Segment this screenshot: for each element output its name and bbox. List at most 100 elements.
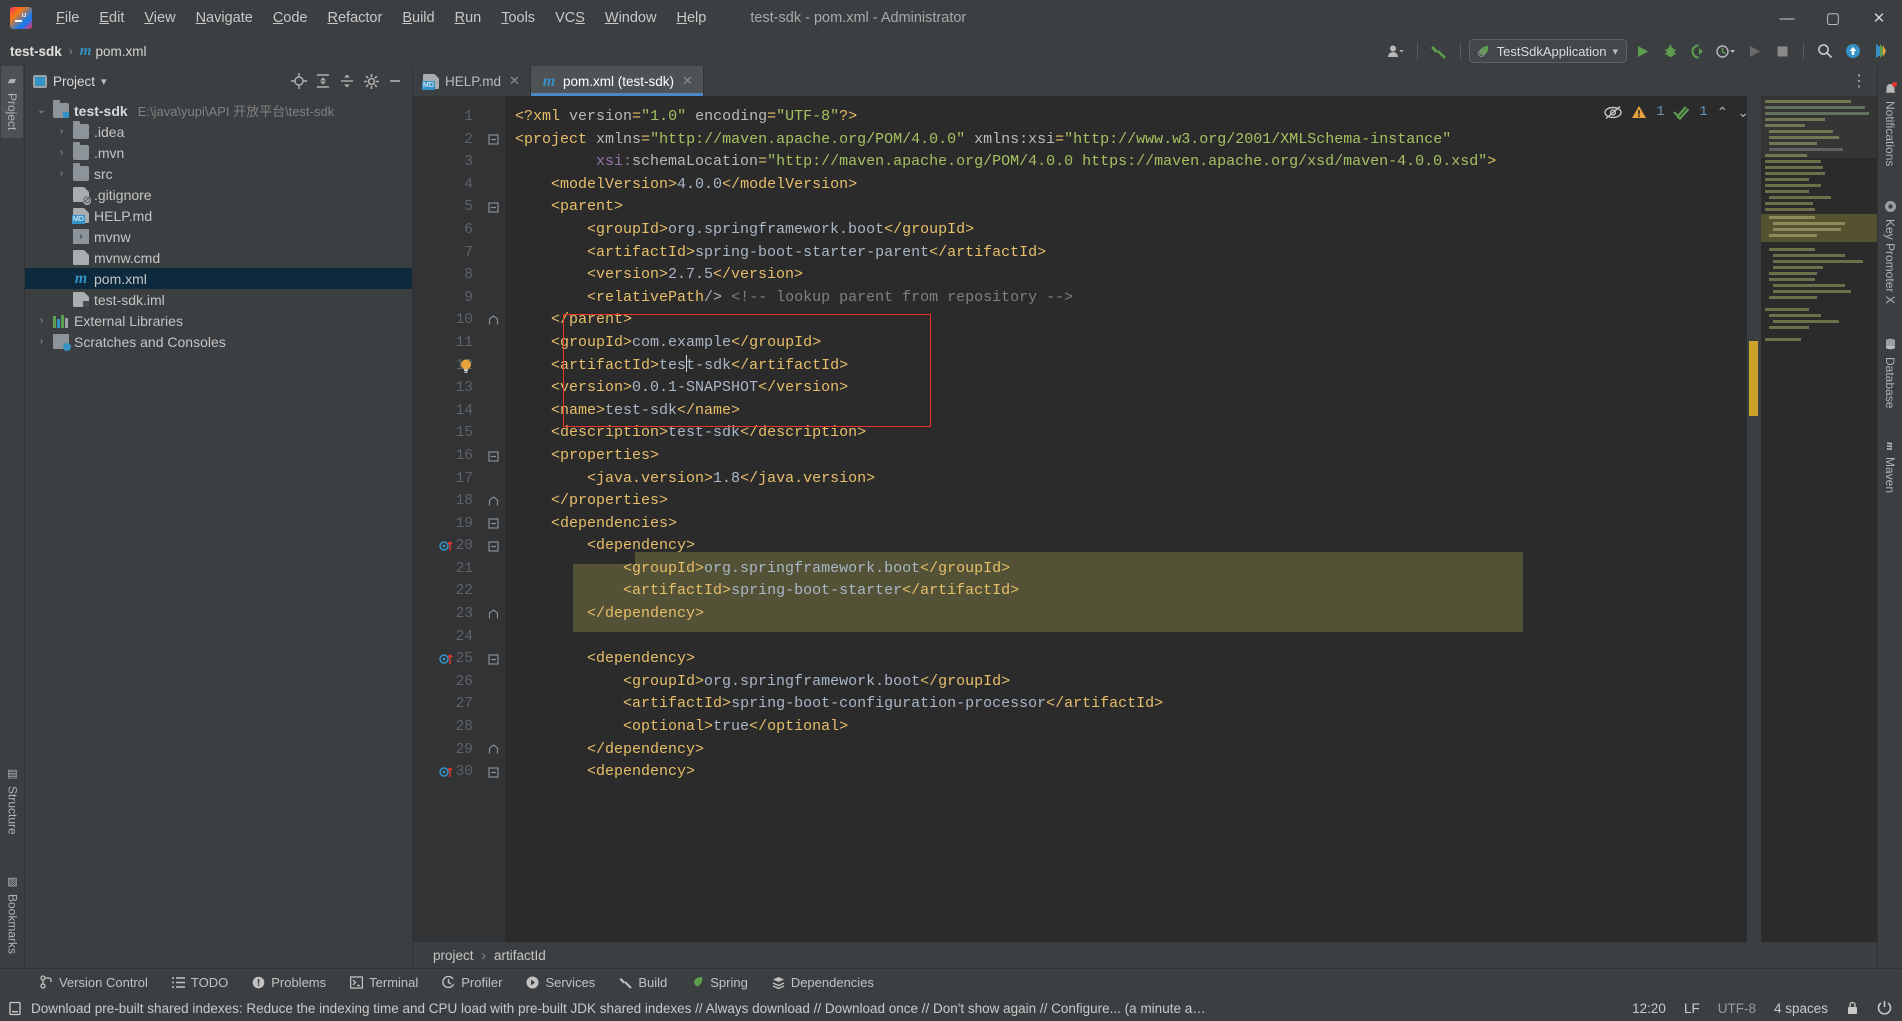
minimize-button[interactable]: — (1764, 0, 1810, 36)
chevron-right-icon[interactable]: › (55, 147, 68, 158)
menu-item-run[interactable]: Run (445, 6, 492, 30)
code-line[interactable]: <groupId>org.springframework.boot</group… (505, 558, 1747, 581)
breadcrumb-element-artifactid[interactable]: artifactId (494, 948, 546, 963)
chevron-right-icon[interactable]: › (35, 315, 48, 326)
code-line[interactable]: <java.version>1.8</java.version> (505, 468, 1747, 491)
code-line[interactable]: </dependency> (505, 739, 1747, 762)
menu-item-help[interactable]: Help (666, 6, 716, 30)
code-line[interactable]: <version>2.7.5</version> (505, 264, 1747, 287)
code-folding-column[interactable] (481, 96, 505, 942)
status-indent[interactable]: 4 spaces (1774, 1001, 1828, 1016)
code-line[interactable]: xsi:schemaLocation="http://maven.apache.… (505, 151, 1747, 174)
fold-marker[interactable] (481, 603, 505, 626)
tree-node-mvnw-cmd[interactable]: mvnw.cmd (25, 247, 412, 268)
code-editor[interactable]: <?xml version="1.0" encoding="UTF-8"?><p… (505, 96, 1747, 942)
menu-item-edit[interactable]: Edit (89, 6, 134, 30)
bottom-tool-services[interactable]: Services (514, 969, 607, 996)
status-message[interactable]: Download pre-built shared indexes: Reduc… (31, 1001, 1211, 1016)
fold-marker[interactable] (481, 490, 505, 513)
code-line[interactable]: <artifactId>spring-boot-starter-parent</… (505, 242, 1747, 265)
bottom-tool-terminal[interactable]: Terminal (338, 969, 430, 996)
hide-panel-icon[interactable] (384, 70, 406, 92)
editor-tabs-more-icon[interactable]: ⋮ (1841, 66, 1877, 96)
menu-item-refactor[interactable]: Refactor (318, 6, 393, 30)
bottom-tool-todo[interactable]: TODO (160, 969, 240, 996)
menu-item-tools[interactable]: Tools (491, 6, 545, 30)
status-encoding[interactable]: UTF-8 (1718, 1001, 1756, 1016)
close-button[interactable]: ✕ (1856, 0, 1902, 36)
run-with-coverage-button[interactable] (1685, 39, 1711, 63)
build-hammer-icon[interactable] (1426, 39, 1452, 63)
fold-marker[interactable] (481, 761, 505, 784)
menu-item-view[interactable]: View (134, 6, 185, 30)
code-line[interactable]: <relativePath/> <!-- lookup parent from … (505, 287, 1747, 310)
code-line[interactable]: <optional>true</optional> (505, 716, 1747, 739)
run-configuration-selector[interactable]: TestSdkApplication ▾ (1469, 39, 1627, 63)
override-marker-icon[interactable] (439, 765, 454, 780)
fold-marker[interactable] (481, 648, 505, 671)
editor-tab-help-md[interactable]: HELP.md✕ (413, 66, 531, 96)
code-line[interactable]: <groupId>com.example</groupId> (505, 332, 1747, 355)
status-line-separator[interactable]: LF (1684, 1001, 1700, 1016)
next-problem-icon[interactable]: ⌄ (1737, 104, 1749, 121)
code-line[interactable]: <artifactId>test-sdk</artifactId> (505, 355, 1747, 378)
code-line[interactable]: <dependency> (505, 535, 1747, 558)
search-icon[interactable] (1812, 39, 1838, 63)
editor-gutter[interactable]: 1234567891011121314151617181920212223242… (413, 96, 481, 942)
project-view-dropdown-icon[interactable]: ▾ (101, 75, 107, 88)
editor-tab-pom-xml[interactable]: mpom.xml (test-sdk)✕ (531, 66, 704, 96)
code-line[interactable]: <version>0.0.1-SNAPSHOT</version> (505, 377, 1747, 400)
code-line[interactable]: <properties> (505, 445, 1747, 468)
fold-marker[interactable] (481, 739, 505, 762)
override-marker-icon[interactable] (439, 652, 454, 667)
chevron-right-icon[interactable]: › (55, 126, 68, 137)
intention-bulb-icon[interactable] (459, 358, 473, 374)
stop-button[interactable] (1769, 39, 1795, 63)
fold-marker[interactable] (481, 129, 505, 152)
tree-node--gitignore[interactable]: .gitignore (25, 184, 412, 205)
fold-marker[interactable] (481, 513, 505, 536)
menu-item-build[interactable]: Build (392, 6, 444, 30)
tree-node-test-sdk[interactable]: ⌄test-sdkE:\java\yupi\API 开放平台\test-sdk (25, 100, 412, 121)
code-line[interactable]: </properties> (505, 490, 1747, 513)
tree-node--mvn[interactable]: ›.mvn (25, 142, 412, 163)
rail-item-database[interactable]: Database (1879, 330, 1901, 416)
account-icon[interactable] (1383, 39, 1409, 63)
debug-button[interactable] (1657, 39, 1683, 63)
close-tab-icon[interactable]: ✕ (509, 73, 520, 89)
hide-inspections-icon[interactable] (1604, 105, 1622, 120)
collapse-all-icon[interactable] (336, 70, 358, 92)
menu-item-file[interactable]: File (46, 6, 89, 30)
fold-marker[interactable] (481, 445, 505, 468)
bottom-tool-spring[interactable]: Spring (679, 969, 760, 996)
menu-item-navigate[interactable]: Navigate (186, 6, 263, 30)
run-button[interactable] (1629, 39, 1655, 63)
menu-item-code[interactable]: Code (263, 6, 318, 30)
code-line[interactable]: <dependency> (505, 648, 1747, 671)
code-line[interactable]: </dependency> (505, 603, 1747, 626)
bottom-tool-problems[interactable]: Problems (240, 969, 338, 996)
tree-node-src[interactable]: ›src (25, 163, 412, 184)
code-line[interactable]: <project xmlns="http://maven.apache.org/… (505, 129, 1747, 152)
ide-features-icon[interactable] (1868, 39, 1894, 63)
close-tab-icon[interactable]: ✕ (682, 73, 693, 89)
code-line[interactable]: <modelVersion>4.0.0</modelVersion> (505, 174, 1747, 197)
project-tree[interactable]: ⌄test-sdkE:\java\yupi\API 开放平台\test-sdk ›… (25, 96, 412, 968)
prev-problem-icon[interactable]: ⌃ (1717, 104, 1729, 121)
menu-item-window[interactable]: Window (595, 6, 667, 30)
bottom-tool-profiler[interactable]: Profiler (430, 969, 514, 996)
breadcrumb-file[interactable]: pom.xml (95, 44, 146, 59)
chevron-right-icon[interactable]: › (55, 168, 68, 179)
locate-target-icon[interactable] (288, 70, 310, 92)
tree-node-mvnw[interactable]: ›mvnw (25, 226, 412, 247)
expand-all-icon[interactable] (312, 70, 334, 92)
sidebar-item-structure[interactable]: ▤ Structure (2, 759, 24, 843)
chevron-right-icon[interactable]: › (35, 336, 48, 347)
chevron-down-icon[interactable]: ⌄ (35, 105, 48, 116)
rail-item-notifications[interactable]: Notifications (1879, 74, 1901, 174)
code-line[interactable]: <artifactId>spring-boot-configuration-pr… (505, 693, 1747, 716)
lock-icon[interactable] (1846, 1001, 1859, 1016)
settings-gear-icon[interactable] (360, 70, 382, 92)
fold-marker[interactable] (481, 535, 505, 558)
code-line[interactable]: <groupId>org.springframework.boot</group… (505, 671, 1747, 694)
